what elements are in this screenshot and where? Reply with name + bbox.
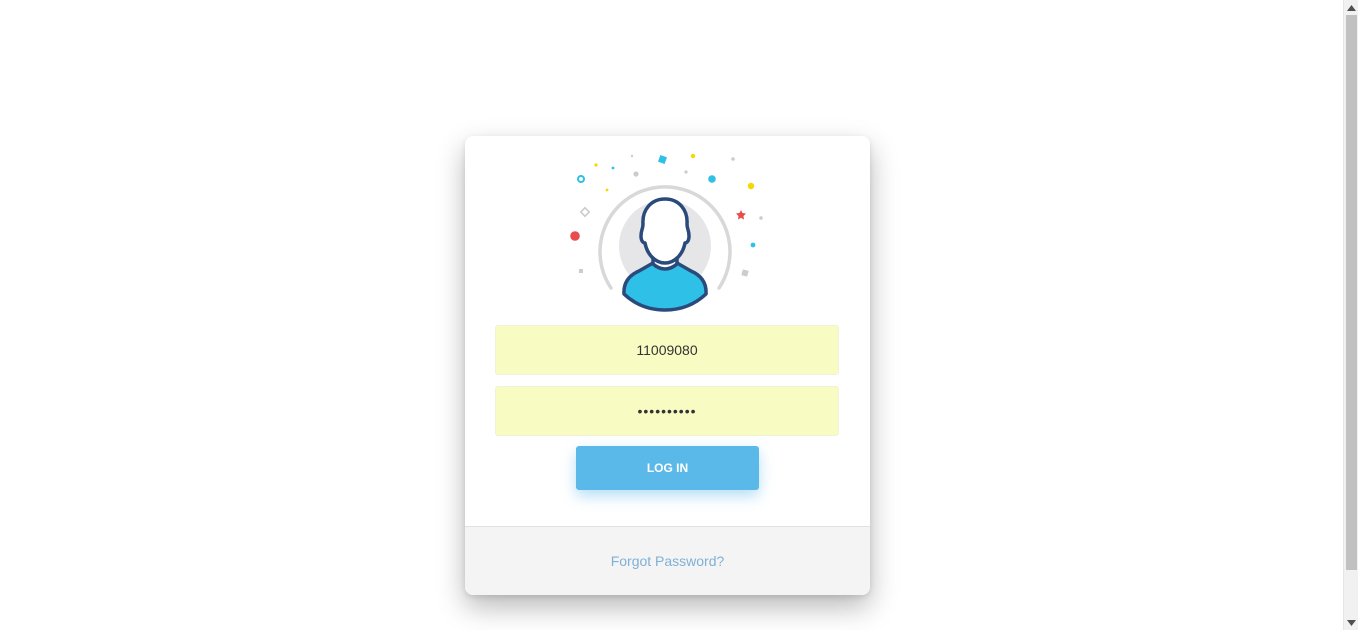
card-footer: Forgot Password?	[465, 526, 870, 595]
scroll-up-icon[interactable]	[1344, 0, 1358, 15]
scrollbar-thumb[interactable]	[1346, 15, 1357, 570]
scroll-down-icon[interactable]	[1344, 615, 1358, 630]
login-card: LOG IN Forgot Password?	[465, 136, 870, 595]
user-avatar-icon	[570, 153, 763, 312]
login-button[interactable]: LOG IN	[576, 446, 759, 490]
password-input[interactable]	[495, 386, 839, 436]
username-input[interactable]	[495, 325, 839, 375]
vertical-scrollbar[interactable]	[1343, 0, 1358, 630]
forgot-password-link[interactable]: Forgot Password?	[611, 553, 725, 569]
